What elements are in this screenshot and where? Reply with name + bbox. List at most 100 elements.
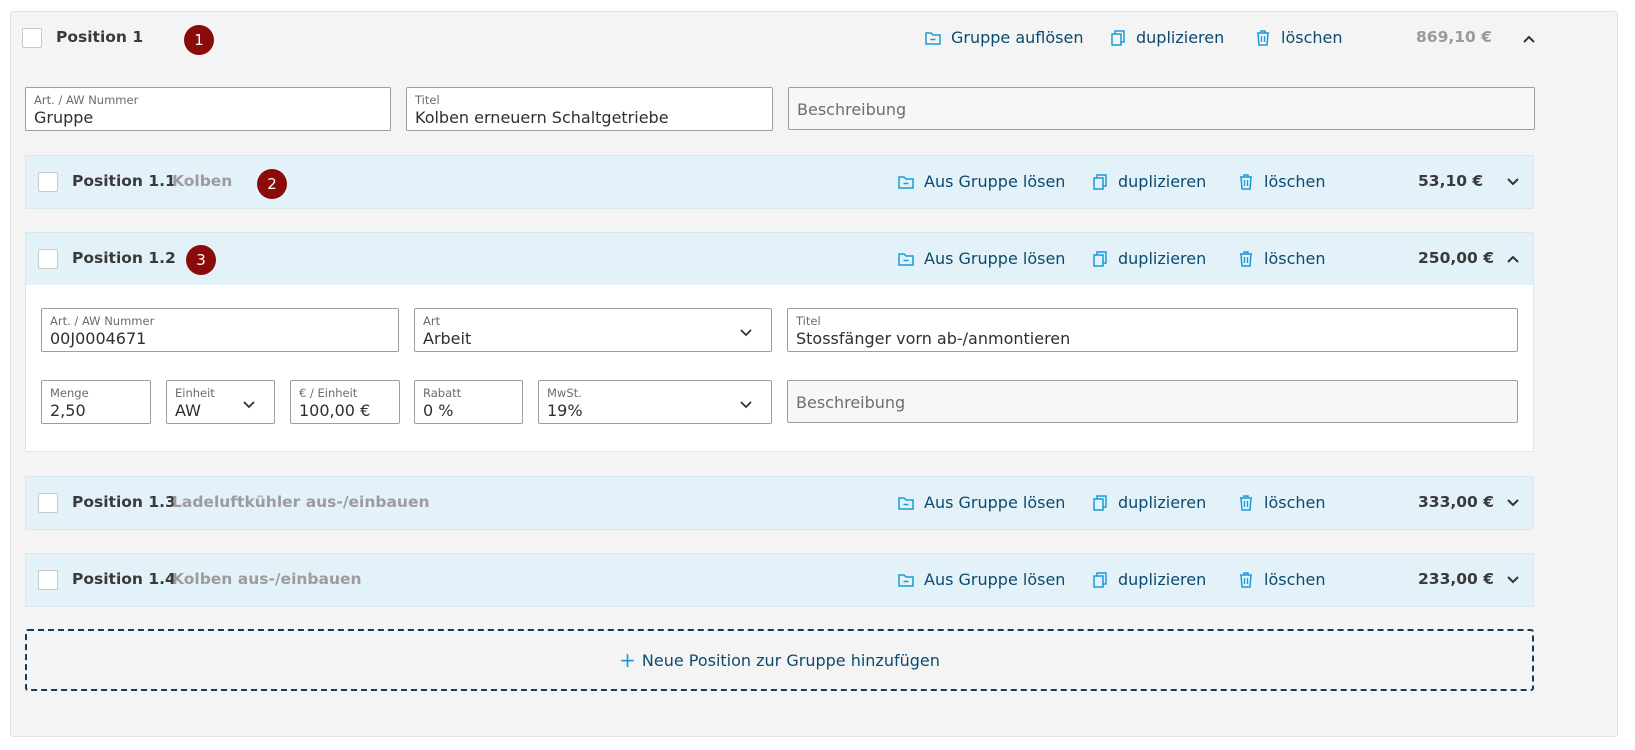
- ungroup-label: Aus Gruppe lösen: [924, 570, 1066, 589]
- vat-select[interactable]: MwSt. 19%: [538, 380, 772, 424]
- unit-select[interactable]: Einheit AW: [166, 380, 275, 424]
- duplicate-label: duplizieren: [1118, 570, 1207, 589]
- trash-icon: [1254, 29, 1272, 47]
- group-description-placeholder: Beschreibung: [797, 100, 907, 119]
- position-price: 333,00 €: [1418, 493, 1494, 511]
- duplicate-group-button[interactable]: duplizieren: [1109, 28, 1224, 47]
- delete-group-button[interactable]: löschen: [1254, 28, 1343, 47]
- delete-button[interactable]: löschen: [1237, 493, 1326, 512]
- duplicate-button[interactable]: duplizieren: [1091, 249, 1206, 268]
- group-article-label: Art. / AW Nummer: [34, 93, 139, 107]
- position-title: Position 1.1: [72, 172, 176, 190]
- plus-icon: +: [619, 648, 636, 672]
- unit-label: Einheit: [175, 386, 215, 400]
- add-position-label: Neue Position zur Gruppe hinzufügen: [641, 650, 940, 670]
- duplicate-button[interactable]: duplizieren: [1091, 570, 1206, 589]
- chevron-down-icon[interactable]: [1506, 496, 1520, 510]
- group-title-label: Titel: [415, 93, 440, 107]
- duplicate-label: duplizieren: [1118, 172, 1207, 191]
- ungroup-label: Aus Gruppe lösen: [924, 493, 1066, 512]
- ungroup-label: Aus Gruppe lösen: [924, 249, 1066, 268]
- ungroup-button[interactable]: Aus Gruppe lösen: [897, 172, 1065, 191]
- position-price: 233,00 €: [1418, 570, 1494, 588]
- position-card: Position 1.3 Ladeluftkühler aus-/einbaue…: [25, 476, 1534, 530]
- delete-group-label: löschen: [1281, 28, 1343, 47]
- group-title-field[interactable]: Titel Kolben erneuern Schaltgetriebe: [406, 87, 773, 131]
- group-checkbox[interactable]: [22, 28, 42, 48]
- price-per-unit-label: € / Einheit: [299, 386, 358, 400]
- title-label: Titel: [796, 314, 821, 328]
- price-per-unit-value: 100,00 €: [299, 401, 371, 420]
- chevron-up-icon[interactable]: [1522, 32, 1536, 46]
- chevron-down-icon[interactable]: [1506, 175, 1520, 189]
- position-title: Position 1.3: [72, 493, 176, 511]
- folder-minus-icon: [897, 173, 915, 191]
- delete-label: löschen: [1264, 172, 1326, 191]
- discount-value: 0 %: [423, 401, 454, 420]
- type-select[interactable]: Art Arbeit: [414, 308, 772, 352]
- folder-minus-icon: [897, 571, 915, 589]
- ungroup-button[interactable]: Aus Gruppe lösen: [897, 493, 1065, 512]
- title-field[interactable]: Titel Stossfänger vorn ab-/anmontieren: [787, 308, 1518, 352]
- trash-icon: [1237, 571, 1255, 589]
- annotation-badge: 3: [186, 245, 216, 275]
- group-title-value: Kolben erneuern Schaltgetriebe: [415, 108, 669, 127]
- position-card: Position 1.4 Kolben aus-/einbauen Aus Gr…: [25, 553, 1534, 607]
- position-checkbox[interactable]: [38, 493, 58, 513]
- article-number-field[interactable]: Art. / AW Nummer 00J0004671: [41, 308, 399, 352]
- annotation-badge: 2: [257, 169, 287, 199]
- vat-label: MwSt.: [547, 386, 582, 400]
- group-article-value: Gruppe: [34, 108, 94, 127]
- position-card: Position 1.1 Kolben 2 Aus Gruppe lösen d…: [25, 155, 1534, 209]
- group-title: Position 1: [56, 28, 144, 46]
- ungroup-button[interactable]: Aus Gruppe lösen: [897, 249, 1065, 268]
- chevron-down-icon: [739, 396, 753, 410]
- group-article-field[interactable]: Art. / AW Nummer Gruppe: [25, 87, 391, 131]
- ungroup-button[interactable]: Aus Gruppe lösen: [897, 570, 1065, 589]
- duplicate-group-label: duplizieren: [1136, 28, 1225, 47]
- trash-icon: [1237, 173, 1255, 191]
- price-per-unit-field[interactable]: € / Einheit 100,00 €: [290, 380, 400, 424]
- description-placeholder: Beschreibung: [796, 393, 906, 412]
- position-checkbox[interactable]: [38, 172, 58, 192]
- delete-label: löschen: [1264, 570, 1326, 589]
- discount-label: Rabatt: [423, 386, 462, 400]
- position-subtitle: Kolben aus-/einbauen: [172, 570, 362, 588]
- quantity-label: Menge: [50, 386, 89, 400]
- position-subtitle: Kolben: [172, 172, 233, 190]
- trash-icon: [1237, 494, 1255, 512]
- vat-value: 19%: [547, 401, 583, 420]
- duplicate-label: duplizieren: [1118, 493, 1207, 512]
- description-field[interactable]: Beschreibung: [787, 380, 1518, 423]
- group-price: 869,10 €: [1416, 28, 1492, 46]
- copy-icon: [1091, 571, 1109, 589]
- chevron-down-icon: [242, 396, 256, 410]
- duplicate-label: duplizieren: [1118, 249, 1207, 268]
- position-card-expanded: Position 1.2 3 Aus Gruppe lösen duplizie…: [25, 232, 1534, 452]
- delete-label: löschen: [1264, 493, 1326, 512]
- folder-minus-icon: [924, 29, 942, 47]
- copy-icon: [1091, 173, 1109, 191]
- trash-icon: [1237, 250, 1255, 268]
- delete-button[interactable]: löschen: [1237, 172, 1326, 191]
- delete-button[interactable]: löschen: [1237, 570, 1326, 589]
- discount-field[interactable]: Rabatt 0 %: [414, 380, 523, 424]
- chevron-down-icon[interactable]: [1506, 573, 1520, 587]
- article-number-label: Art. / AW Nummer: [50, 314, 155, 328]
- add-position-button[interactable]: + Neue Position zur Gruppe hinzufügen: [25, 629, 1534, 691]
- folder-minus-icon: [897, 250, 915, 268]
- dissolve-group-label: Gruppe auflösen: [951, 28, 1084, 47]
- type-label: Art: [423, 314, 441, 328]
- duplicate-button[interactable]: duplizieren: [1091, 172, 1206, 191]
- delete-button[interactable]: löschen: [1237, 249, 1326, 268]
- position-checkbox[interactable]: [38, 570, 58, 590]
- position-checkbox[interactable]: [38, 249, 58, 269]
- quantity-field[interactable]: Menge 2,50: [41, 380, 151, 424]
- group-description-field[interactable]: Beschreibung: [788, 87, 1535, 130]
- chevron-up-icon[interactable]: [1506, 252, 1520, 266]
- annotation-badge: 1: [184, 25, 214, 55]
- chevron-down-icon: [739, 324, 753, 338]
- position-title: Position 1.4: [72, 570, 176, 588]
- dissolve-group-button[interactable]: Gruppe auflösen: [924, 28, 1084, 47]
- duplicate-button[interactable]: duplizieren: [1091, 493, 1206, 512]
